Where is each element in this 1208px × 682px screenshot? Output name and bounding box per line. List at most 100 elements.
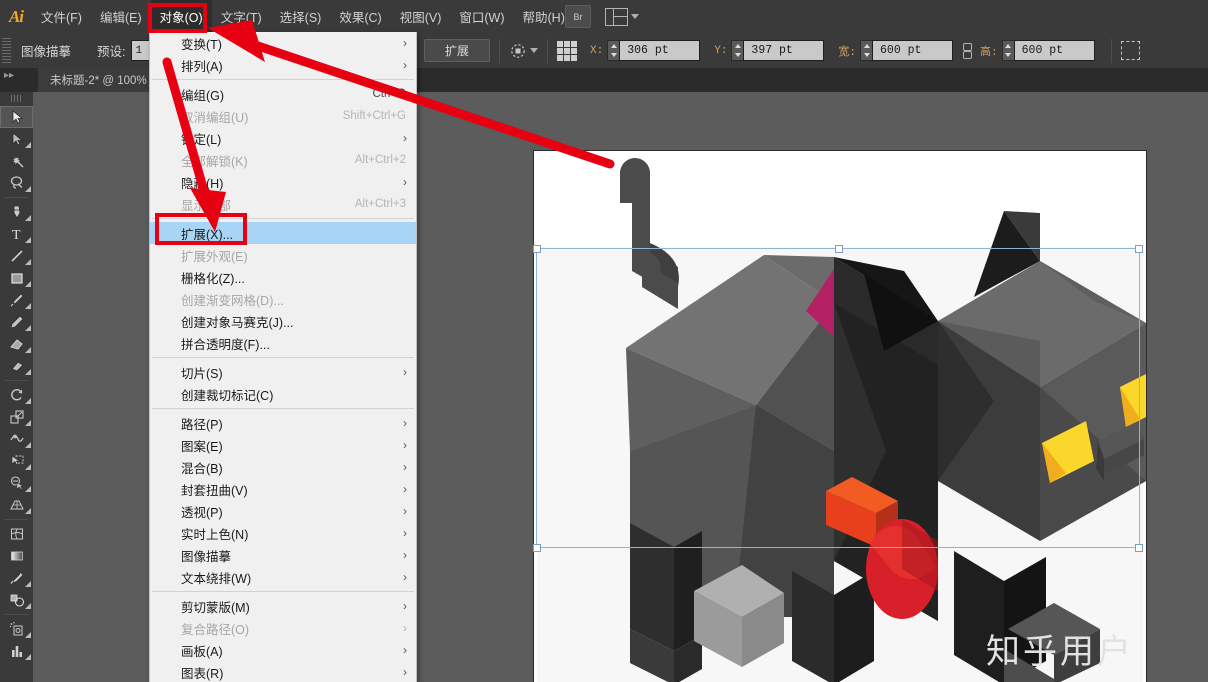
submenu-chevron-right-icon: › <box>403 482 407 496</box>
document-tab[interactable]: 未标题-2* @ 100% <box>38 68 159 92</box>
menu-item-22[interactable]: 混合(B) › <box>150 456 416 478</box>
menu-separator <box>152 357 414 358</box>
menu-item-5[interactable]: 锁定(L) › <box>150 127 416 149</box>
menu-bar-item-5[interactable]: 效果(C) <box>330 0 390 33</box>
submenu-chevron-right-icon: › <box>403 621 407 635</box>
object-menu-dropdown[interactable]: 变换(T) › 排列(A) › 编组(G) Ctrl+G 取消编组(U) Shift+Ctrl… <box>149 32 417 682</box>
selection-tool[interactable] <box>0 106 33 128</box>
menu-bar-items: 文件(F) 编辑(E) 对象(O) 文字(T) 选择(S) 效果(C) 视图(V) 窗口(W)… <box>32 0 574 33</box>
perspective-grid-tool[interactable] <box>0 494 33 516</box>
menu-item-6: 全部解锁(K) Alt+Ctrl+2 <box>150 149 416 171</box>
menu-item-12[interactable]: 栅格化(Z)... <box>150 266 416 288</box>
y-coordinate-input[interactable]: 397 pt <box>743 40 825 61</box>
expand-item-highlight-box <box>155 213 247 245</box>
object-menu-highlight-box <box>148 3 207 33</box>
pen-tool[interactable] <box>0 201 33 223</box>
reference-point-selector[interactable] <box>557 40 578 61</box>
width-label: 宽: <box>838 46 857 59</box>
symbol-sprayer-tool[interactable] <box>0 618 33 640</box>
menu-bar-item-1[interactable]: 编辑(E) <box>91 0 151 33</box>
workspace-switcher-button[interactable] <box>605 7 639 26</box>
height-input[interactable]: 600 pt <box>1013 40 1095 61</box>
type-tool[interactable]: T <box>0 223 33 245</box>
menu-item-14[interactable]: 创建对象马赛克(J)... <box>150 310 416 332</box>
y-stepper[interactable] <box>731 40 744 61</box>
pencil-tool[interactable] <box>0 311 33 333</box>
menu-item-label: 取消编组(U) <box>181 110 249 125</box>
submenu-chevron-right-icon: › <box>403 643 407 657</box>
mesh-tool[interactable] <box>0 523 33 545</box>
menu-item-label: 路径(P) <box>181 417 223 432</box>
menu-item-label: 变换(T) <box>181 37 222 52</box>
shape-builder-tool[interactable] <box>0 472 33 494</box>
eyedropper-tool[interactable] <box>0 567 33 589</box>
line-segment-tool[interactable] <box>0 245 33 267</box>
menu-item-label: 图案(E) <box>181 439 223 454</box>
menu-item-27[interactable]: 文本绕排(W) › <box>150 566 416 588</box>
height-stepper[interactable] <box>1001 40 1014 61</box>
menu-item-24[interactable]: 透视(P) › <box>150 500 416 522</box>
width-input[interactable]: 600 pt <box>872 40 954 61</box>
menu-item-label: 隐藏(H) <box>181 176 224 191</box>
free-transform-tool[interactable] <box>0 450 33 472</box>
menu-item-13: 创建渐变网格(D)... <box>150 288 416 310</box>
menu-item-label: 创建渐变网格(D)... <box>181 293 284 308</box>
width-stepper[interactable] <box>860 40 873 61</box>
rectangle-tool[interactable] <box>0 267 33 289</box>
blend-tool[interactable] <box>0 589 33 611</box>
menu-item-label: 图像描摹 <box>181 549 232 564</box>
bridge-button[interactable]: Br <box>565 5 591 28</box>
magic-wand-tool[interactable] <box>0 150 33 172</box>
menu-item-32[interactable]: 图表(R) › <box>150 661 416 682</box>
x-stepper[interactable] <box>607 40 620 61</box>
menu-bar-item-7[interactable]: 窗口(W) <box>450 0 513 33</box>
menu-item-7[interactable]: 隐藏(H) › <box>150 171 416 193</box>
artboard[interactable]: 知乎用户 <box>533 150 1147 682</box>
menu-item-26[interactable]: 图像描摹 › <box>150 544 416 566</box>
eraser-tool[interactable] <box>0 355 33 377</box>
submenu-chevron-right-icon: › <box>403 365 407 379</box>
shaper-tool[interactable] <box>0 333 33 355</box>
rotate-tool[interactable] <box>0 384 33 406</box>
app-logo-icon: Ai <box>8 6 24 26</box>
column-graph-tool[interactable] <box>0 640 33 662</box>
menu-item-shortcut: Shift+Ctrl+G <box>342 110 406 122</box>
menu-item-18[interactable]: 创建裁切标记(C) <box>150 383 416 405</box>
lasso-tool[interactable] <box>0 172 33 194</box>
menu-item-20[interactable]: 路径(P) › <box>150 412 416 434</box>
menu-item-label: 扩展外观(E) <box>181 249 248 264</box>
link-dimensions-icon[interactable] <box>959 42 974 59</box>
menu-item-25[interactable]: 实时上色(N) › <box>150 522 416 544</box>
paintbrush-tool[interactable] <box>0 289 33 311</box>
transform-panel-icon[interactable] <box>1120 41 1140 60</box>
menu-item-label: 图表(R) <box>181 666 224 681</box>
menu-item-3[interactable]: 编组(G) Ctrl+G <box>150 83 416 105</box>
control-bar-grip[interactable] <box>2 37 11 64</box>
menu-bar-item-3[interactable]: 文字(T) <box>212 0 271 33</box>
menu-bar-item-6[interactable]: 视图(V) <box>391 0 451 33</box>
menu-bar-item-4[interactable]: 选择(S) <box>271 0 331 33</box>
gradient-tool[interactable] <box>0 545 33 567</box>
menu-item-label: 透视(P) <box>181 505 223 520</box>
menu-item-1[interactable]: 排列(A) › <box>150 54 416 76</box>
menu-item-21[interactable]: 图案(E) › <box>150 434 416 456</box>
scale-tool[interactable] <box>0 406 33 428</box>
menu-item-29[interactable]: 剪切蒙版(M) › <box>150 595 416 617</box>
menu-item-15[interactable]: 拼合透明度(F)... <box>150 332 416 354</box>
selection-options-button[interactable] <box>509 42 539 60</box>
submenu-chevron-right-icon: › <box>403 58 407 72</box>
menu-item-0[interactable]: 变换(T) › <box>150 32 416 54</box>
width-tool[interactable] <box>0 428 33 450</box>
direct-selection-tool[interactable] <box>0 128 33 150</box>
menu-bar-item-0[interactable]: 文件(F) <box>32 0 91 33</box>
menu-item-17[interactable]: 切片(S) › <box>150 361 416 383</box>
x-coordinate-input[interactable]: 306 pt <box>619 40 701 61</box>
expand-panels-icon[interactable]: ▸▸ <box>4 70 14 81</box>
submenu-chevron-right-icon: › <box>403 570 407 584</box>
expand-button[interactable]: 扩展 <box>424 39 491 62</box>
menu-item-23[interactable]: 封套扭曲(V) › <box>150 478 416 500</box>
tools-panel-grip[interactable] <box>11 95 22 102</box>
cat-artwork[interactable] <box>534 151 1146 682</box>
menu-item-label: 复合路径(O) <box>181 622 250 637</box>
menu-item-31[interactable]: 画板(A) › <box>150 639 416 661</box>
